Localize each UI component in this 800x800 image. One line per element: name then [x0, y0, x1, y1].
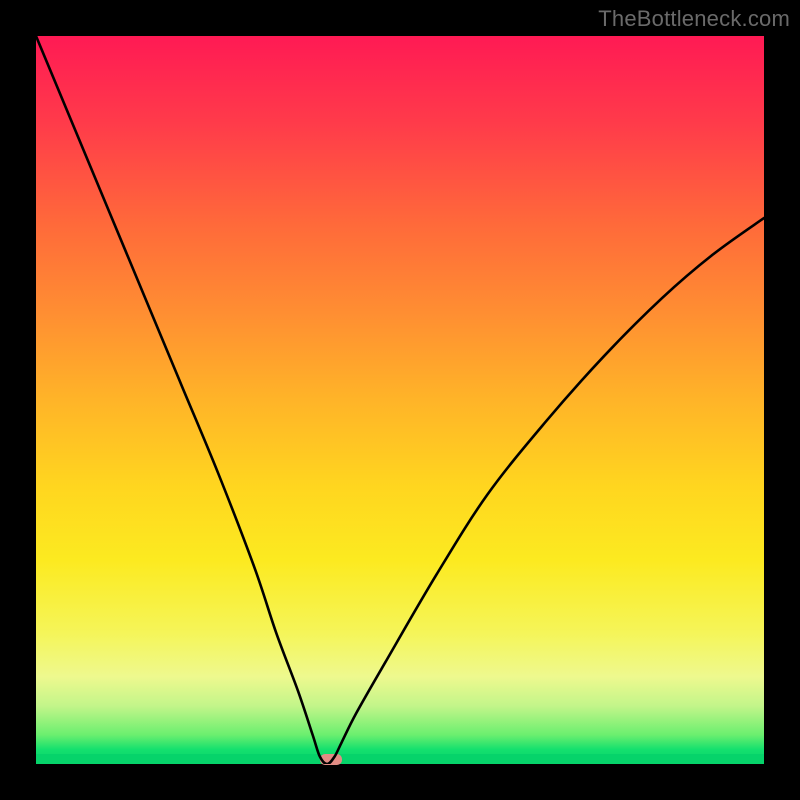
bottleneck-curve: [36, 36, 764, 764]
chart-frame: TheBottleneck.com: [0, 0, 800, 800]
optimum-marker: [320, 754, 342, 765]
green-baseline-strip: [36, 754, 764, 764]
plot-area: [36, 36, 764, 764]
attribution-label: TheBottleneck.com: [598, 6, 790, 32]
